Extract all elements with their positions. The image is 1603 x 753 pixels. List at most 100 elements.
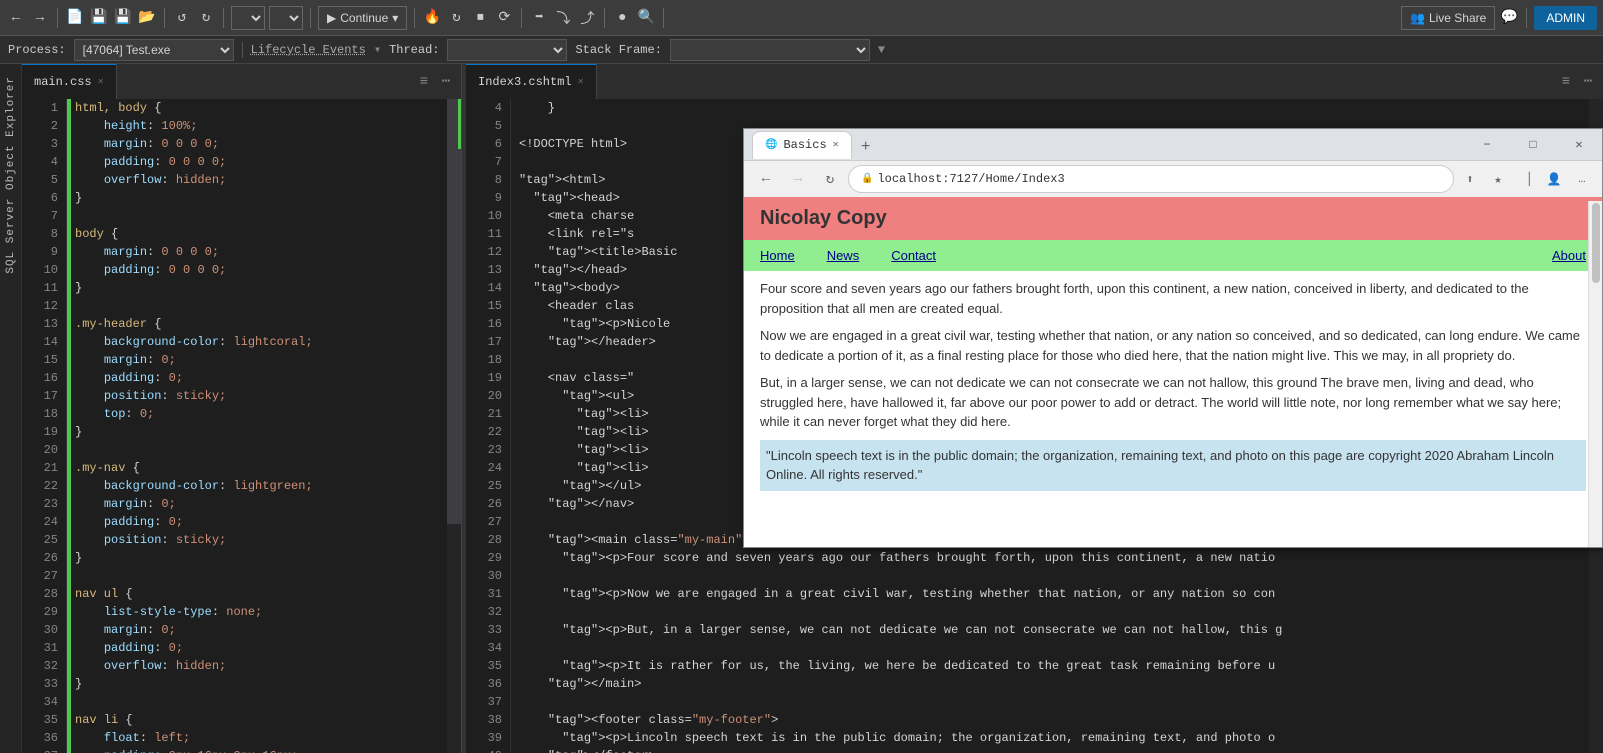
browser-favicon: 🌐 xyxy=(765,139,777,151)
forward-icon[interactable]: → xyxy=(30,8,50,28)
site-header: Nicolay Copy xyxy=(744,197,1602,240)
sep5 xyxy=(414,8,415,28)
index-tab-bar: Index3.cshtml ✕ ≡ ⋯ xyxy=(466,64,1603,99)
sep1 xyxy=(57,8,58,28)
dropdown-arrow: ▾ xyxy=(392,11,398,25)
sep6 xyxy=(521,8,522,28)
tab-bar: main.css ✕ ≡ ⋯ xyxy=(22,64,461,99)
sep3 xyxy=(223,8,224,28)
main-toolbar: ← → 📄 💾 💾 📂 ↺ ↻ Debug Any CPU ▶ Continue… xyxy=(0,0,1603,36)
open-icon[interactable]: 📂 xyxy=(137,8,157,28)
admin-button[interactable]: ADMIN xyxy=(1534,6,1597,30)
back-button[interactable]: ← xyxy=(752,165,780,193)
thread-label: Thread: xyxy=(389,43,439,57)
paragraph-2: Now we are engaged in a great civil war,… xyxy=(760,326,1586,365)
save-all-icon[interactable]: 💾 xyxy=(113,8,133,28)
css-tab-label: main.css xyxy=(34,75,92,89)
minimap[interactable] xyxy=(447,99,461,753)
address-bar[interactable]: 🔒 localhost:7127/Home/Index3 xyxy=(848,165,1454,193)
cpu-dropdown[interactable]: Any CPU xyxy=(269,6,303,30)
share-page-icon[interactable]: ⬆ xyxy=(1458,167,1482,191)
main-content: Four score and seven years ago our fathe… xyxy=(744,271,1602,507)
step-over-icon[interactable]: ➡ xyxy=(529,8,549,28)
new-tab-button[interactable]: + xyxy=(854,135,878,159)
file-icon[interactable]: 📄 xyxy=(65,8,85,28)
index-tab[interactable]: Index3.cshtml ✕ xyxy=(466,64,597,99)
collapse-icon[interactable]: ▼ xyxy=(878,43,885,57)
main-css-tab[interactable]: main.css ✕ xyxy=(22,64,117,99)
refresh-icon[interactable]: ↻ xyxy=(446,8,466,28)
index-split-icon[interactable]: ≡ xyxy=(1557,73,1575,91)
css-code-area[interactable]: html, body { height: 100%; margin: 0 0 0… xyxy=(67,99,447,753)
paragraph-3: But, in a larger sense, we can not dedic… xyxy=(760,373,1586,432)
lifecycle-label: Lifecycle Events xyxy=(251,43,366,57)
profile-icon[interactable]: 👤 xyxy=(1542,167,1566,191)
browser-titlebar: 🌐 Basics ✕ + − □ ✕ xyxy=(744,129,1602,161)
nav-news[interactable]: News xyxy=(811,244,876,267)
browser-content: Nicolay Copy Home News Contact About Fou… xyxy=(744,197,1602,547)
index-tab-close[interactable]: ✕ xyxy=(578,76,584,88)
more-actions-icon[interactable]: ⋯ xyxy=(437,73,455,91)
save-icon[interactable]: 💾 xyxy=(89,8,109,28)
step-out-icon[interactable]: ⤴ xyxy=(577,8,597,28)
redo-icon[interactable]: ↻ xyxy=(196,8,216,28)
nav-contact[interactable]: Contact xyxy=(875,244,952,267)
fire-icon[interactable]: 🔥 xyxy=(422,8,442,28)
css-tab-close[interactable]: ✕ xyxy=(98,76,104,88)
sidebar-label: SQL Server Object Explorer xyxy=(1,68,21,282)
nav-home[interactable]: Home xyxy=(744,244,811,267)
sep9 xyxy=(1526,8,1527,28)
continue-button[interactable]: ▶ Continue ▾ xyxy=(318,6,407,30)
undo-icon[interactable]: ↺ xyxy=(172,8,192,28)
stop-icon[interactable]: ⏹ xyxy=(470,8,490,28)
css-editor-content: 1234567891011121314151617181920212223242… xyxy=(22,99,461,753)
right-panel: Index3.cshtml ✕ ≡ ⋯ 45678910111213141516… xyxy=(466,64,1603,753)
minimize-button[interactable]: − xyxy=(1464,129,1510,161)
restart-icon[interactable]: ⟳ xyxy=(494,8,514,28)
diagnostics-icon[interactable]: 🔍 xyxy=(636,8,656,28)
nav-actions: ⬆ ★ ▕ 👤 … xyxy=(1458,167,1594,191)
paragraph-4: "Lincoln speech text is in the public do… xyxy=(760,440,1586,491)
browser-window: 🌐 Basics ✕ + − □ ✕ ← → ↻ xyxy=(743,128,1603,548)
main-layout: SQL Server Object Explorer main.css ✕ ≡ … xyxy=(0,64,1603,753)
browser-scrollbar[interactable] xyxy=(1588,201,1602,547)
css-editor-panel: main.css ✕ ≡ ⋯ 1234567891011121314151617… xyxy=(22,64,462,753)
reload-button[interactable]: ↻ xyxy=(816,165,844,193)
maximize-button[interactable]: □ xyxy=(1510,129,1556,161)
split-editor-icon[interactable]: ≡ xyxy=(415,73,433,91)
index-line-numbers: 4567891011121314151617181920212223242526… xyxy=(466,99,511,753)
stack-frame-selector[interactable] xyxy=(670,39,870,61)
lifecycle-dropdown-arrow[interactable]: ▾ xyxy=(374,42,381,57)
line-numbers: 1234567891011121314151617181920212223242… xyxy=(22,99,67,753)
tab-actions: ≡ ⋯ xyxy=(409,64,461,99)
index-more-icon[interactable]: ⋯ xyxy=(1579,73,1597,91)
thread-selector[interactable] xyxy=(447,39,567,61)
lock-icon: 🔒 xyxy=(861,173,873,185)
browser-tab-title: Basics xyxy=(783,138,826,152)
sep4 xyxy=(310,8,311,28)
bookmark-icon[interactable]: ★ xyxy=(1486,167,1510,191)
step-into-icon[interactable]: ⤵ xyxy=(553,8,573,28)
process-label: Process: xyxy=(8,43,66,57)
window-controls: − □ ✕ xyxy=(1464,129,1602,161)
browser-tab-close-btn[interactable]: ✕ xyxy=(833,139,839,151)
process-selector[interactable]: [47064] Test.exe xyxy=(74,39,234,61)
feedback-icon[interactable]: 💬 xyxy=(1499,8,1519,28)
back-icon[interactable]: ← xyxy=(6,8,26,28)
sep8 xyxy=(663,8,664,28)
index-tab-label: Index3.cshtml xyxy=(478,75,572,89)
forward-button[interactable]: → xyxy=(784,165,812,193)
browser-tab-basics[interactable]: 🌐 Basics ✕ xyxy=(752,131,852,159)
sidebar-toggle-icon[interactable]: ▕ xyxy=(1514,167,1538,191)
stack-frame-label: Stack Frame: xyxy=(575,43,661,57)
browser-close-button[interactable]: ✕ xyxy=(1556,129,1602,161)
breakpoint-icon[interactable]: ● xyxy=(612,8,632,28)
minimap-thumb xyxy=(447,99,461,524)
url-text: localhost:7127/Home/Index3 xyxy=(877,172,1064,186)
debug-dropdown[interactable]: Debug xyxy=(231,6,265,30)
live-share-button[interactable]: 👥 Live Share xyxy=(1401,6,1495,30)
browser-nav-bar: ← → ↻ 🔒 localhost:7127/Home/Index3 ⬆ ★ ▕… xyxy=(744,161,1602,197)
share-icon: 👥 xyxy=(1410,11,1425,25)
settings-icon[interactable]: … xyxy=(1570,167,1594,191)
browser-tab-strip: 🌐 Basics ✕ + xyxy=(744,131,1464,159)
